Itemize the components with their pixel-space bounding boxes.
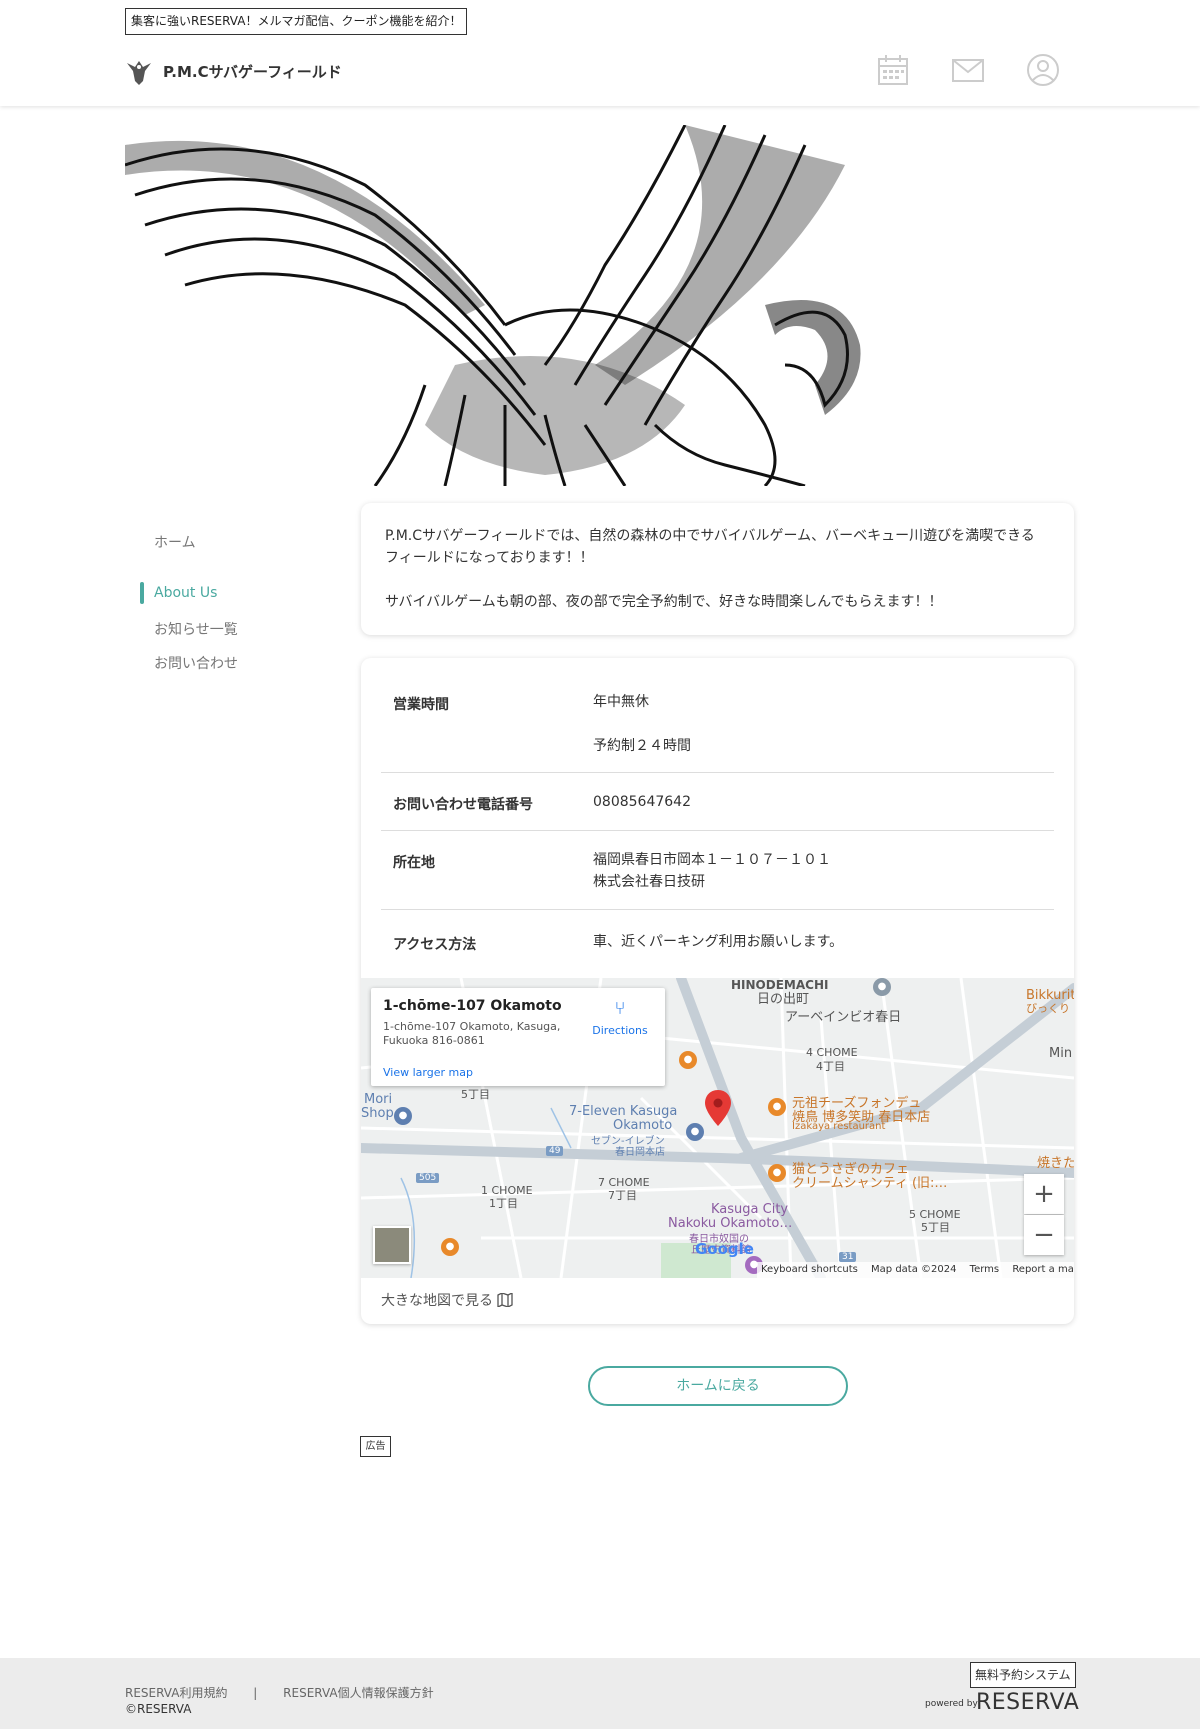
zoom-in-button[interactable]: + (1024, 1174, 1064, 1214)
map-label: Okamoto (613, 1118, 673, 1133)
popup-address-line: Fukuoka 816-0861 (383, 1034, 485, 1047)
user-icon[interactable] (1025, 52, 1061, 88)
shop-icon[interactable]: ● (394, 1107, 412, 1125)
info-label: アクセス方法 (393, 937, 477, 953)
map-label: 5丁目 (461, 1088, 490, 1101)
brand-name: P.M.Cサバゲーフィールド (163, 62, 342, 81)
info-value: 予約制２４時間 (593, 738, 691, 754)
map-label: 7丁目 (608, 1189, 637, 1202)
report-error-link[interactable]: Report a map error (1012, 1264, 1074, 1275)
info-row-phone: お問い合わせ電話番号 08085647642 (381, 773, 1054, 831)
cafe-icon[interactable]: ● (768, 1164, 786, 1182)
info-value: 車、近くパーキング利用お願いします。 (593, 934, 844, 950)
map-attribution: Keyboard shortcuts Map data ©2024 Terms … (757, 1262, 1074, 1278)
info-value: 年中無休 (593, 694, 649, 710)
calendar-icon[interactable] (875, 52, 911, 88)
directions-icon: ⑂ (614, 998, 626, 1019)
mail-icon[interactable] (950, 52, 986, 88)
copyright: ©RESERVA (125, 1702, 192, 1716)
map-icon (497, 1291, 514, 1309)
embedded-map[interactable]: HINODEMACHI 日の出町 アーベインビオ春日 4 CHOME 4丁目 B… (361, 978, 1074, 1278)
route-shield: 31 (839, 1252, 857, 1262)
info-label: 営業時間 (393, 697, 449, 713)
intro-card: P.M.Cサバゲーフィールドでは、自然の森林の中でサバイバルゲーム、バーベキュー… (361, 503, 1074, 635)
reserva-logo[interactable]: RESERVA (976, 1690, 1079, 1715)
info-value: 福岡県春日市岡本１－１０７－１０１ (593, 852, 831, 868)
restaurant-icon[interactable]: ● (768, 1098, 786, 1116)
powered-by-text: powered by (925, 1699, 978, 1709)
terms-of-use-link[interactable]: RESERVA利用規約 (125, 1686, 227, 1700)
footer-separator: | (253, 1686, 258, 1700)
map-label: 1丁目 (489, 1197, 518, 1210)
map-label: Izakaya restaurant (792, 1121, 886, 1132)
location-icon[interactable]: ● (873, 978, 891, 996)
store-icon[interactable]: ● (686, 1123, 704, 1141)
info-row-address: 所在地 福岡県春日市岡本１－１０７－１０１ 株式会社春日技研 (381, 831, 1054, 910)
map-data-text: Map data ©2024 (871, 1264, 957, 1275)
hero-eagle-image (125, 125, 1075, 486)
big-map-link-label: 大きな地図で見る (381, 1293, 493, 1309)
directions-button[interactable]: ⑂ Directions (585, 998, 655, 1038)
route-shield: 49 (546, 1146, 564, 1156)
map-label: Kasuga City (711, 1202, 789, 1217)
google-logo: Google (695, 1240, 754, 1258)
intro-text: P.M.Cサバゲーフィールドでは、自然の森林の中でサバイバルゲーム、バーベキュー… (385, 528, 1035, 544)
info-value: 株式会社春日技研 (593, 874, 705, 890)
directions-label: Directions (592, 1024, 648, 1037)
sidebar-item-about-us[interactable]: About Us (154, 585, 217, 601)
restaurant-icon[interactable]: ● (441, 1238, 459, 1256)
map-label: Nakoku Okamoto… (668, 1216, 793, 1231)
big-map-link[interactable]: 大きな地図で見る (381, 1290, 514, 1310)
footer-links: RESERVA利用規約 | RESERVA個人情報保護方針 (125, 1684, 434, 1701)
sidebar-item-contact[interactable]: お問い合わせ (154, 653, 238, 673)
map-label: 日の出町 (757, 992, 810, 1007)
terms-link[interactable]: Terms (970, 1264, 999, 1275)
view-larger-map-link[interactable]: View larger map (383, 1066, 473, 1079)
route-shield: 505 (416, 1173, 440, 1183)
sidebar-item-news[interactable]: お知らせ一覧 (154, 619, 238, 639)
satellite-toggle-button[interactable] (373, 1226, 411, 1264)
map-label: びっくり (1026, 1002, 1070, 1015)
map-label: 春日岡本店 (615, 1147, 665, 1158)
map-label: Mori (364, 1092, 393, 1107)
intro-text: フィールドになっております！！ (385, 550, 594, 566)
free-booking-system-badge[interactable]: 無料予約システム (970, 1662, 1076, 1688)
ad-badge: 広告 (360, 1436, 391, 1457)
popup-address-line: 1-chōme-107 Okamoto, Kasuga, (383, 1020, 561, 1033)
map-info-popup: 1-chōme-107 Okamoto 1-chōme-107 Okamoto,… (371, 988, 665, 1086)
info-row-access: アクセス方法 車、近くパーキング利用お願いします。 (381, 910, 1054, 978)
phone-number[interactable]: 08085647642 (593, 791, 691, 813)
map-label: 4丁目 (816, 1060, 845, 1073)
map-label: アーベインビオ春日 (785, 1010, 902, 1025)
popup-title: 1-chōme-107 Okamoto (383, 998, 562, 1014)
info-label: 所在地 (393, 855, 435, 871)
map-label: クリームシャンティ (旧:… (792, 1176, 948, 1191)
promo-banner[interactable]: 集客に強いRESERVA！メルマガ配信、クーポン機能を紹介！ (125, 8, 468, 35)
info-row-hours: 営業時間 年中無休 予約制２４時間 (381, 658, 1054, 773)
sidebar-item-home[interactable]: ホーム (154, 532, 196, 552)
info-card: 営業時間 年中無休 予約制２４時間 お問い合わせ電話番号 08085647642… (361, 658, 1074, 1324)
zoom-out-button[interactable]: − (1024, 1215, 1064, 1255)
back-to-home-button[interactable]: ホームに戻る (588, 1366, 848, 1406)
eagle-logo-icon (127, 61, 151, 85)
keyboard-shortcuts-link[interactable]: Keyboard shortcuts (761, 1264, 858, 1275)
site-footer: RESERVA利用規約 | RESERVA個人情報保護方針 ©RESERVA 無… (0, 1658, 1200, 1729)
map-label: 5丁目 (921, 1221, 950, 1234)
active-indicator (140, 582, 144, 604)
map-label: 焼きた (1037, 1156, 1074, 1171)
site-header: 集客に強いRESERVA！メルマガ配信、クーポン機能を紹介！ P.M.Cサバゲー… (0, 0, 1200, 106)
map-label: Min (1049, 1046, 1073, 1061)
popup-address: 1-chōme-107 Okamoto, Kasuga, Fukuoka 816… (383, 1020, 560, 1048)
privacy-policy-link[interactable]: RESERVA個人情報保護方針 (283, 1686, 433, 1700)
map-label: 7-Eleven Kasuga (569, 1104, 678, 1119)
map-pin-icon[interactable] (705, 1090, 731, 1126)
info-label: お問い合わせ電話番号 (393, 797, 533, 813)
map-label: Shop (361, 1106, 394, 1121)
restaurant-icon[interactable]: ● (679, 1051, 697, 1069)
intro-text: サバイバルゲームも朝の部、夜の部で完全予約制で、好きな時間楽しんでもらえます！！ (385, 594, 943, 610)
brand[interactable]: P.M.Cサバゲーフィールド (125, 55, 342, 87)
